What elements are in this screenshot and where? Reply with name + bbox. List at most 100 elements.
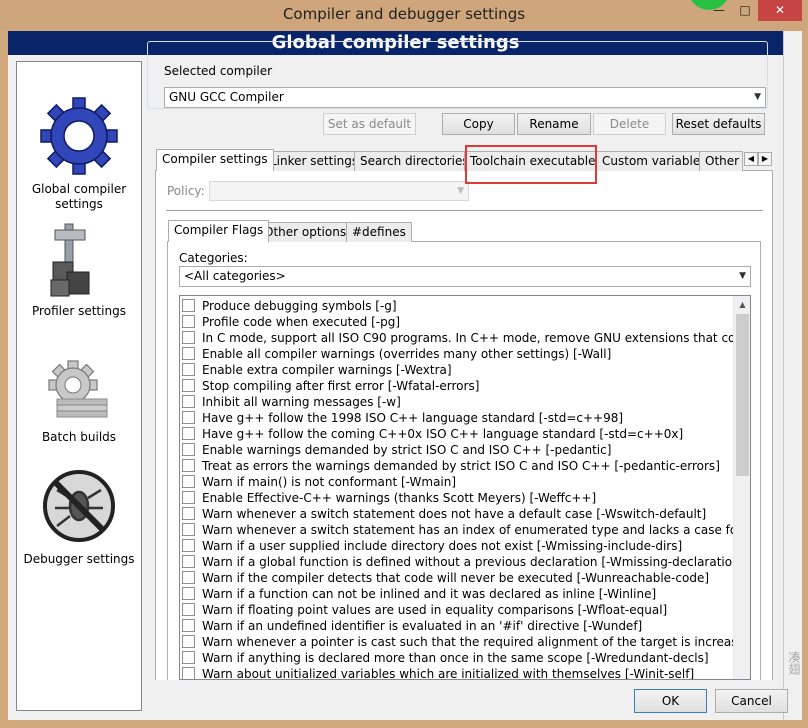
close-button[interactable]: ✕ (758, 0, 802, 21)
flag-row[interactable]: Profile code when executed [-pg] (182, 314, 400, 330)
scrollbar-thumb[interactable] (736, 314, 749, 476)
flag-row[interactable]: Warn if a global function is defined wit… (182, 554, 750, 570)
flag-row[interactable]: Warn if a user supplied include director… (182, 538, 682, 554)
flag-checkbox[interactable] (182, 443, 195, 456)
flag-label: In C mode, support all ISO C90 programs.… (202, 331, 751, 345)
flag-label: Have g++ follow the 1998 ISO C++ languag… (202, 411, 624, 425)
flag-checkbox[interactable] (182, 427, 195, 440)
flags-scrollbar[interactable]: ▲ (733, 296, 750, 679)
flag-label: Enable all compiler warnings (overrides … (202, 347, 612, 361)
flag-row[interactable]: Enable extra compiler warnings [-Wextra] (182, 362, 452, 378)
flag-checkbox[interactable] (182, 459, 195, 472)
flag-checkbox[interactable] (182, 667, 195, 679)
flag-row[interactable]: Stop compiling after first error [-Wfata… (182, 378, 479, 394)
flag-row[interactable]: Warn if floating point values are used i… (182, 602, 667, 618)
flag-checkbox[interactable] (182, 299, 195, 312)
flag-label: Warn if main() is not conformant [-Wmain… (202, 475, 457, 489)
flag-row[interactable]: Warn whenever a pointer is cast such tha… (182, 634, 751, 650)
sidebar-item-label: Profiler settings (32, 304, 126, 318)
tab-other[interactable]: Other (699, 151, 743, 171)
flag-checkbox[interactable] (182, 347, 195, 360)
compiler-flags-list[interactable]: Produce debugging symbols [-g] Profile co… (179, 295, 751, 680)
scroll-up-icon[interactable]: ▲ (734, 296, 750, 313)
flag-checkbox[interactable] (182, 315, 195, 328)
flag-row[interactable]: In C mode, support all ISO C90 programs.… (182, 330, 751, 346)
flag-label: Warn if a function can not be inlined an… (202, 587, 657, 601)
cancel-button[interactable]: Cancel (715, 689, 788, 713)
flag-row[interactable]: Enable all compiler warnings (overrides … (182, 346, 611, 362)
minimize-button[interactable]: — (706, 0, 732, 21)
flag-checkbox[interactable] (182, 651, 195, 664)
flag-checkbox[interactable] (182, 619, 195, 632)
tab-custom-variables[interactable]: Custom variables (596, 151, 713, 171)
flag-checkbox[interactable] (182, 523, 195, 536)
flag-checkbox[interactable] (182, 555, 195, 568)
flag-row[interactable]: Warn if a function can not be inlined an… (182, 586, 656, 602)
gear-stack-icon (48, 360, 108, 418)
title-bar[interactable]: Compiler and debugger settings — □ ✕ (0, 0, 808, 31)
settings-window: Compiler and debugger settings — □ ✕ 凑翅 … (0, 0, 808, 728)
tab-compiler-flags[interactable]: Compiler Flags (168, 220, 270, 242)
sidebar: Global compiler settings Profiler settin… (16, 61, 142, 711)
flag-checkbox[interactable] (182, 507, 195, 520)
flag-label: Profile code when executed [-pg] (202, 315, 401, 329)
side-watermark: 凑翅 (787, 651, 801, 675)
flag-label: Warn if floating point values are used i… (202, 603, 668, 617)
tab-other-options[interactable]: Other options (258, 222, 353, 242)
flag-row[interactable]: Warn if main() is not conformant [-Wmain… (182, 474, 456, 490)
sidebar-item-profiler[interactable]: Profiler settings (17, 222, 141, 322)
tab-defines[interactable]: #defines (346, 222, 412, 242)
flag-row[interactable]: Enable warnings demanded by strict ISO C… (182, 442, 611, 458)
chevron-down-icon: ▼ (739, 271, 746, 281)
set-as-default-button[interactable]: Set as default (323, 113, 416, 135)
flag-checkbox[interactable] (182, 571, 195, 584)
tab-linker-settings[interactable]: Linker settings (264, 151, 365, 171)
copy-button[interactable]: Copy (442, 113, 515, 135)
flag-row[interactable]: Warn if anything is declared more than o… (182, 650, 709, 666)
flag-row[interactable]: Have g++ follow the coming C++0x ISO C++… (182, 426, 683, 442)
ok-button[interactable]: OK (634, 689, 707, 713)
highlight-box (465, 145, 597, 184)
flag-row[interactable]: Enable Effective-C++ warnings (thanks Sc… (182, 490, 596, 506)
maximize-button[interactable]: □ (732, 0, 758, 21)
flag-row[interactable]: Warn if the compiler detects that code w… (182, 570, 709, 586)
flag-row[interactable]: Have g++ follow the 1998 ISO C++ languag… (182, 410, 623, 426)
tab-search-directories[interactable]: Search directories (354, 151, 475, 171)
flag-label: Warn whenever a pointer is cast such tha… (202, 635, 751, 649)
flag-row[interactable]: Warn if an undefined identifier is evalu… (182, 618, 642, 634)
flag-checkbox[interactable] (182, 491, 195, 504)
flag-checkbox[interactable] (182, 603, 195, 616)
no-bug-icon (43, 470, 115, 542)
flag-checkbox[interactable] (182, 475, 195, 488)
flag-label: Enable Effective-C++ warnings (thanks Sc… (202, 491, 597, 505)
compiler-select[interactable]: GNU GCC Compiler ▼ (164, 87, 766, 108)
flag-row[interactable]: Warn whenever a switch statement has an … (182, 522, 750, 538)
categories-select[interactable]: <All categories> ▼ (179, 266, 751, 287)
sidebar-item-global-compiler[interactable]: Global compiler settings (17, 96, 141, 216)
flag-row[interactable]: Treat as errors the warnings demanded by… (182, 458, 720, 474)
delete-button[interactable]: Delete (593, 113, 666, 135)
tab-compiler-settings[interactable]: Compiler settings (156, 149, 274, 171)
policy-select[interactable]: ▼ (209, 181, 469, 201)
flag-checkbox[interactable] (182, 363, 195, 376)
flag-checkbox[interactable] (182, 331, 195, 344)
flag-checkbox[interactable] (182, 379, 195, 392)
sidebar-item-batch-builds[interactable]: Batch builds (17, 354, 141, 454)
tab-scroll-left-icon[interactable]: ◀ (744, 152, 758, 166)
selected-compiler-label: Selected compiler (161, 64, 276, 78)
flag-checkbox[interactable] (182, 635, 195, 648)
flag-checkbox[interactable] (182, 587, 195, 600)
flag-row[interactable]: Warn about unitialized variables which a… (182, 666, 694, 679)
reset-defaults-button[interactable]: Reset defaults (672, 113, 765, 135)
flag-row[interactable]: Inhibit all warning messages [-w] (182, 394, 401, 410)
flag-label: Inhibit all warning messages [-w] (202, 395, 401, 409)
flag-checkbox[interactable] (182, 395, 195, 408)
flag-checkbox[interactable] (182, 411, 195, 424)
tab-scroll-right-icon[interactable]: ▶ (758, 152, 772, 166)
sidebar-item-debugger[interactable]: Debugger settings (17, 468, 141, 568)
rename-button[interactable]: Rename (517, 113, 591, 135)
flag-checkbox[interactable] (182, 539, 195, 552)
flag-row[interactable]: Produce debugging symbols [-g] (182, 298, 397, 314)
flag-label: Produce debugging symbols [-g] (202, 299, 397, 313)
flag-row[interactable]: Warn whenever a switch statement does no… (182, 506, 706, 522)
